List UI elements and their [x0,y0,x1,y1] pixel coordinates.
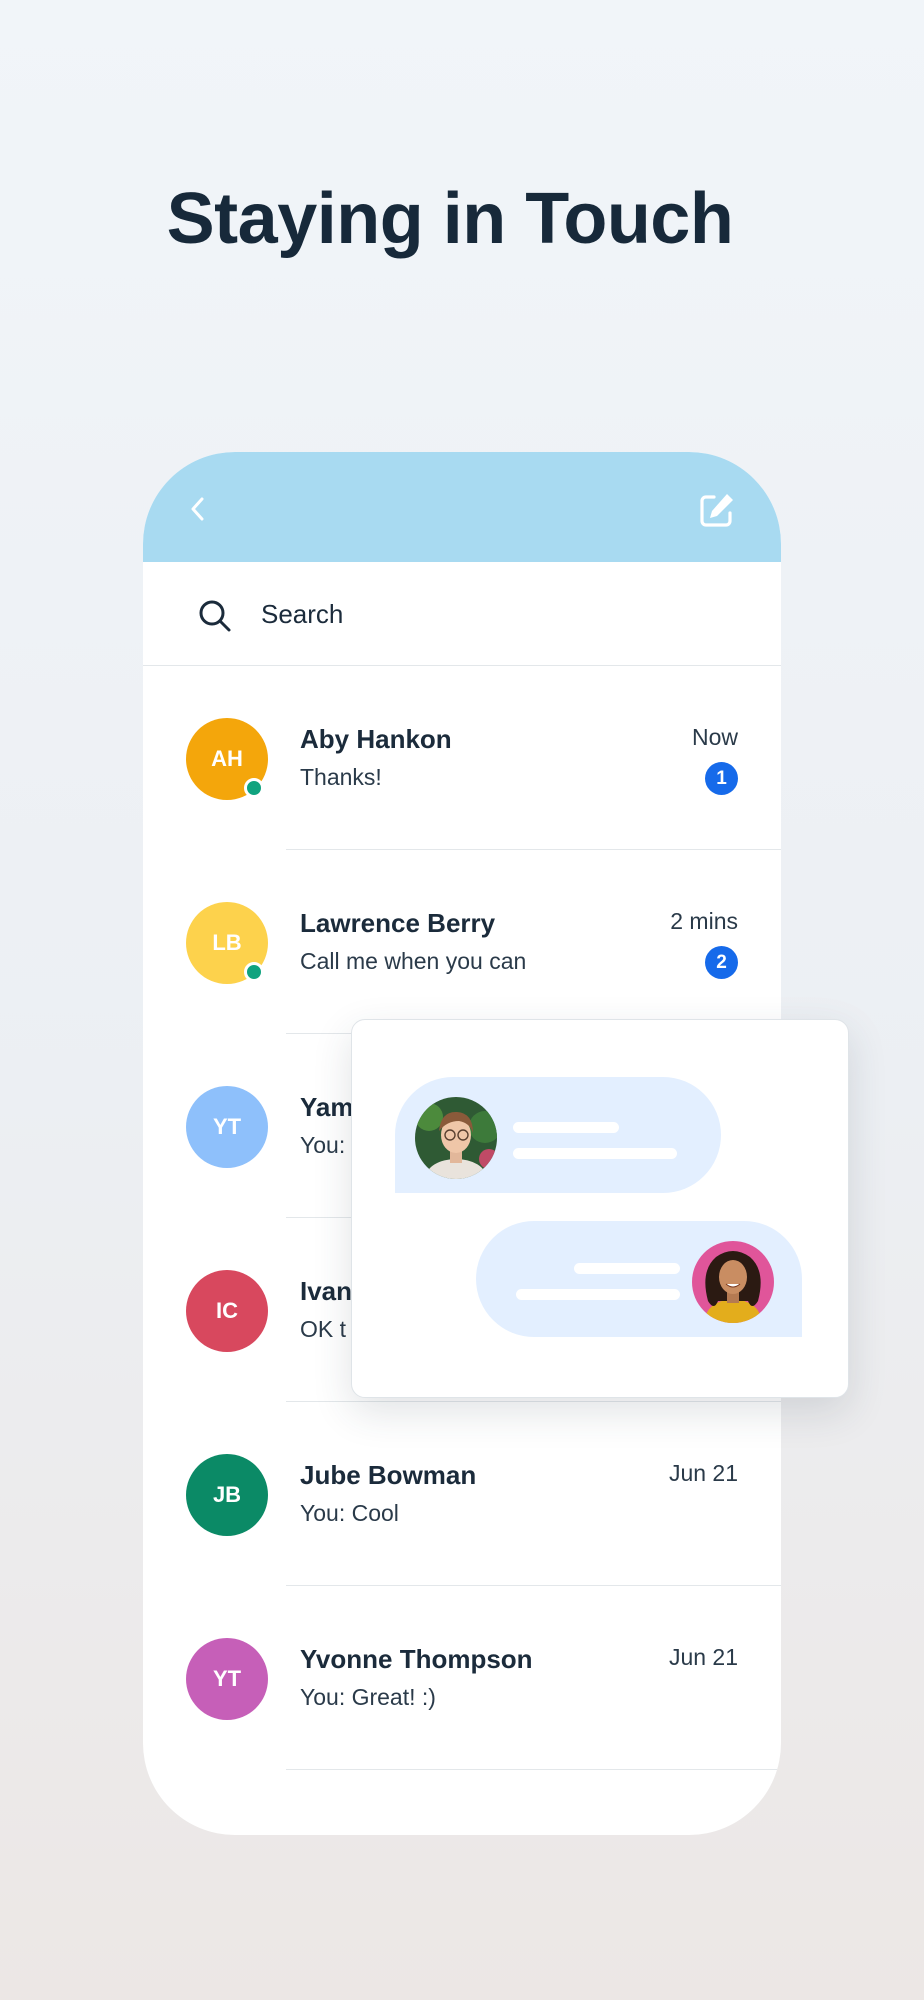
avatar: JB [186,1454,268,1536]
message-time: 2 mins [670,908,738,934]
message-time: Jun 21 [668,1644,738,1670]
message-preview: You: [300,1132,346,1158]
back-button[interactable] [183,494,213,524]
search-icon [199,600,231,632]
app-header [143,452,781,562]
contact-name: Yvonne Thompson [300,1644,533,1674]
conversation-row-jube-bowman[interactable]: JB Jube Bowman You: Cool Jun 21 [143,1402,781,1586]
row-divider [286,1769,781,1770]
chat-preview-card [351,1019,849,1398]
contact-photo [415,1097,497,1179]
contact-name: Ivan [300,1276,353,1306]
placeholder-line [513,1148,677,1159]
avatar: YT [186,1086,268,1168]
search-input[interactable] [261,590,721,638]
contact-name: Jube Bowman [300,1460,477,1490]
compose-button[interactable] [697,490,737,530]
message-preview: You: Cool [300,1500,399,1526]
online-indicator [244,778,264,798]
incoming-message-bubble [395,1077,721,1193]
online-indicator [244,962,264,982]
user-photo [692,1241,774,1323]
placeholder-line [513,1122,619,1133]
unread-badge: 1 [705,762,738,795]
avatar: IC [186,1270,268,1352]
conversation-row-lawrence-berry[interactable]: LB Lawrence Berry Call me when you can 2… [143,850,781,1034]
placeholder-line [516,1289,680,1300]
message-time: Jun 21 [668,1460,738,1486]
contact-name: Aby Hankon [300,724,452,754]
unread-badge: 2 [705,946,738,979]
compose-icon [700,494,733,527]
contact-name: Lawrence Berry [300,908,496,938]
page-headline: Staying in Touch [166,179,734,259]
message-preview: You: Great! :) [300,1684,436,1710]
avatar: YT [186,1638,268,1720]
conversation-row-aby-hankon[interactable]: AH Aby Hankon Thanks! Now 1 [143,666,781,850]
message-time: Now [691,724,738,750]
contact-name: Yam [300,1092,354,1122]
search-bar [143,562,781,666]
message-preview: OK t [300,1316,347,1342]
placeholder-line [574,1263,680,1274]
message-preview: Thanks! [300,764,382,790]
conversation-row-yvonne-thompson[interactable]: YT Yvonne Thompson You: Great! :) Jun 21 [143,1586,781,1770]
chevron-left-icon [191,497,204,521]
message-preview: Call me when you can [300,948,527,974]
outgoing-message-bubble [476,1221,802,1337]
